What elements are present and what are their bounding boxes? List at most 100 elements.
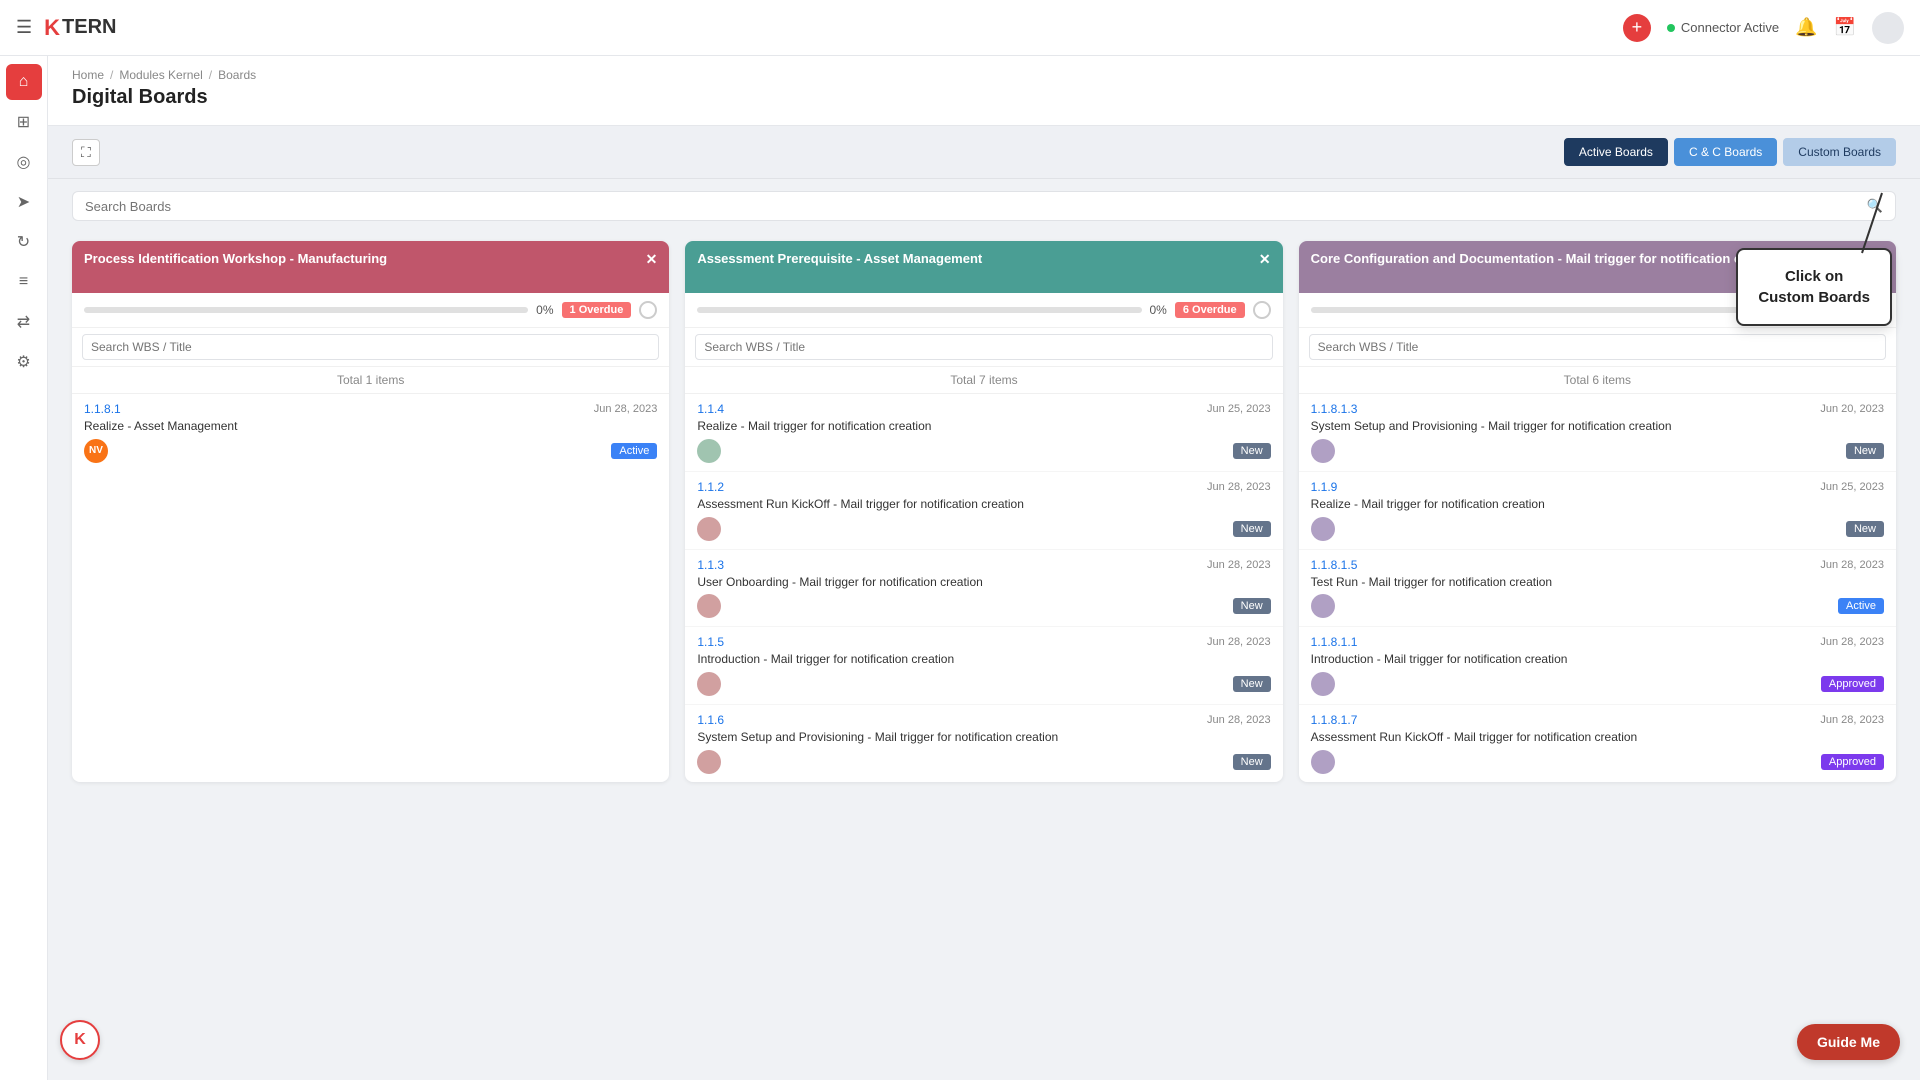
status-badge: New	[1846, 521, 1884, 537]
toolbar-left: ⛶	[72, 139, 100, 166]
table-row: 1.1.2 Jun 28, 2023 Assessment Run KickOf…	[685, 472, 1282, 550]
boards-grid: Process Identification Workshop - Manufa…	[48, 233, 1920, 806]
task-wbs: 1.1.8.1	[84, 402, 121, 416]
task-title: Assessment Run KickOff - Mail trigger fo…	[697, 496, 1270, 513]
board-3-search-input[interactable]	[1309, 334, 1886, 360]
task-date: Jun 25, 2023	[1820, 481, 1884, 493]
status-badge: Approved	[1821, 676, 1884, 692]
topnav-left: ☰ KTERN	[16, 15, 116, 41]
task-meta: 1.1.8.1.1 Jun 28, 2023	[1311, 635, 1884, 649]
avatar	[697, 750, 721, 774]
table-row: 1.1.4 Jun 25, 2023 Realize - Mail trigge…	[685, 394, 1282, 472]
custom-boards-button[interactable]: Custom Boards	[1783, 138, 1896, 166]
sidebar-item-globe[interactable]: ◎	[6, 144, 42, 180]
sidebar-item-refresh[interactable]: ↻	[6, 224, 42, 260]
task-title: System Setup and Provisioning - Mail tri…	[697, 729, 1270, 746]
status-badge: New	[1233, 598, 1271, 614]
avatar	[697, 517, 721, 541]
breadcrumb-current: Boards	[218, 68, 256, 82]
task-wbs: 1.1.2	[697, 480, 724, 494]
task-meta: 1.1.6 Jun 28, 2023	[697, 713, 1270, 727]
guide-me-button[interactable]: Guide Me	[1797, 1024, 1900, 1060]
avatar	[1311, 517, 1335, 541]
task-wbs: 1.1.3	[697, 558, 724, 572]
cc-boards-button[interactable]: C & C Boards	[1674, 138, 1777, 166]
task-wbs: 1.1.9	[1311, 480, 1338, 494]
topnav-right: + Connector Active 🔔 📅	[1623, 12, 1904, 44]
task-footer: Active	[1311, 594, 1884, 618]
board-1-circle-icon	[639, 301, 657, 319]
sidebar-item-home[interactable]: ⌂	[6, 64, 42, 100]
task-meta: 1.1.8.1.5 Jun 28, 2023	[1311, 558, 1884, 572]
board-2-close-icon[interactable]: ✕	[1259, 251, 1271, 268]
task-footer: New	[697, 439, 1270, 463]
avatar: NV	[84, 439, 108, 463]
active-boards-button[interactable]: Active Boards	[1564, 138, 1668, 166]
table-row: 1.1.5 Jun 28, 2023 Introduction - Mail t…	[685, 627, 1282, 705]
board-1-total: Total 1 items	[72, 367, 669, 394]
user-avatar[interactable]	[1872, 12, 1904, 44]
table-row: 1.1.8.1.3 Jun 20, 2023 System Setup and …	[1299, 394, 1896, 472]
breadcrumb-sep-2: /	[209, 68, 212, 82]
task-date: Jun 20, 2023	[1820, 403, 1884, 415]
task-meta: 1.1.8.1.3 Jun 20, 2023	[1311, 402, 1884, 416]
fullscreen-button[interactable]: ⛶	[72, 139, 100, 166]
board-1-progress-track	[84, 307, 528, 313]
status-badge: New	[1233, 443, 1271, 459]
avatar	[1311, 439, 1335, 463]
task-footer: New	[697, 594, 1270, 618]
board-1-close-icon[interactable]: ✕	[646, 251, 658, 268]
logo-k: K	[44, 15, 60, 41]
avatar	[697, 594, 721, 618]
board-card-2: Assessment Prerequisite - Asset Manageme…	[685, 241, 1282, 782]
sidebar-item-send[interactable]: ➤	[6, 184, 42, 220]
board-2-search-input[interactable]	[695, 334, 1272, 360]
board-1-progress-pct: 0%	[536, 303, 553, 317]
task-date: Jun 28, 2023	[1820, 636, 1884, 648]
board-card-1: Process Identification Workshop - Manufa…	[72, 241, 669, 782]
logo-tern: TERN	[62, 16, 116, 39]
add-button[interactable]: +	[1623, 14, 1651, 42]
task-date: Jun 28, 2023	[1207, 714, 1271, 726]
breadcrumb-home[interactable]: Home	[72, 68, 104, 82]
sidebar-item-grid[interactable]: ⊞	[6, 104, 42, 140]
sidebar-item-list[interactable]: ≡	[6, 264, 42, 300]
task-date: Jun 28, 2023	[594, 403, 658, 415]
board-1-task-list: 1.1.8.1 Jun 28, 2023 Realize - Asset Man…	[72, 394, 669, 471]
task-meta: 1.1.8.1 Jun 28, 2023	[84, 402, 657, 416]
task-meta: 1.1.5 Jun 28, 2023	[697, 635, 1270, 649]
task-meta: 1.1.3 Jun 28, 2023	[697, 558, 1270, 572]
board-1-title: Process Identification Workshop - Manufa…	[84, 251, 638, 268]
status-badge: Approved	[1821, 754, 1884, 770]
board-1-search	[72, 328, 669, 367]
bell-icon[interactable]: 🔔	[1795, 17, 1817, 38]
k-button[interactable]: K	[60, 1020, 100, 1060]
calendar-icon[interactable]: 📅	[1834, 17, 1856, 38]
board-1-search-input[interactable]	[82, 334, 659, 360]
callout-text: Click onCustom Boards	[1758, 268, 1870, 306]
breadcrumb-modules[interactable]: Modules Kernel	[119, 68, 202, 82]
status-badge: New	[1233, 521, 1271, 537]
sidebar-item-gear[interactable]: ⚙	[6, 344, 42, 380]
callout-arrow-svg	[1802, 193, 1882, 253]
board-2-progress-pct: 0%	[1150, 303, 1167, 317]
boards-toolbar: ⛶ Active Boards C & C Boards Custom Boar…	[48, 126, 1920, 179]
avatar	[1311, 750, 1335, 774]
status-badge: New	[1233, 754, 1271, 770]
task-meta: 1.1.9 Jun 25, 2023	[1311, 480, 1884, 494]
board-2-progress-area: 0% 6 Overdue	[685, 293, 1282, 328]
breadcrumb-sep-1: /	[110, 68, 113, 82]
task-wbs: 1.1.4	[697, 402, 724, 416]
task-wbs: 1.1.5	[697, 635, 724, 649]
search-input[interactable]	[85, 199, 1859, 214]
board-2-progress-track	[697, 307, 1141, 313]
board-2-header: Assessment Prerequisite - Asset Manageme…	[685, 241, 1282, 293]
hamburger-menu[interactable]: ☰	[16, 17, 32, 38]
board-3-progress-track	[1311, 307, 1755, 313]
task-title: Introduction - Mail trigger for notifica…	[697, 651, 1270, 668]
k-button-label: K	[74, 1031, 86, 1049]
table-row: 1.1.8.1.1 Jun 28, 2023 Introduction - Ma…	[1299, 627, 1896, 705]
board-1-progress-area: 0% 1 Overdue	[72, 293, 669, 328]
table-row: 1.1.6 Jun 28, 2023 System Setup and Prov…	[685, 705, 1282, 782]
sidebar-item-shuffle[interactable]: ⇄	[6, 304, 42, 340]
